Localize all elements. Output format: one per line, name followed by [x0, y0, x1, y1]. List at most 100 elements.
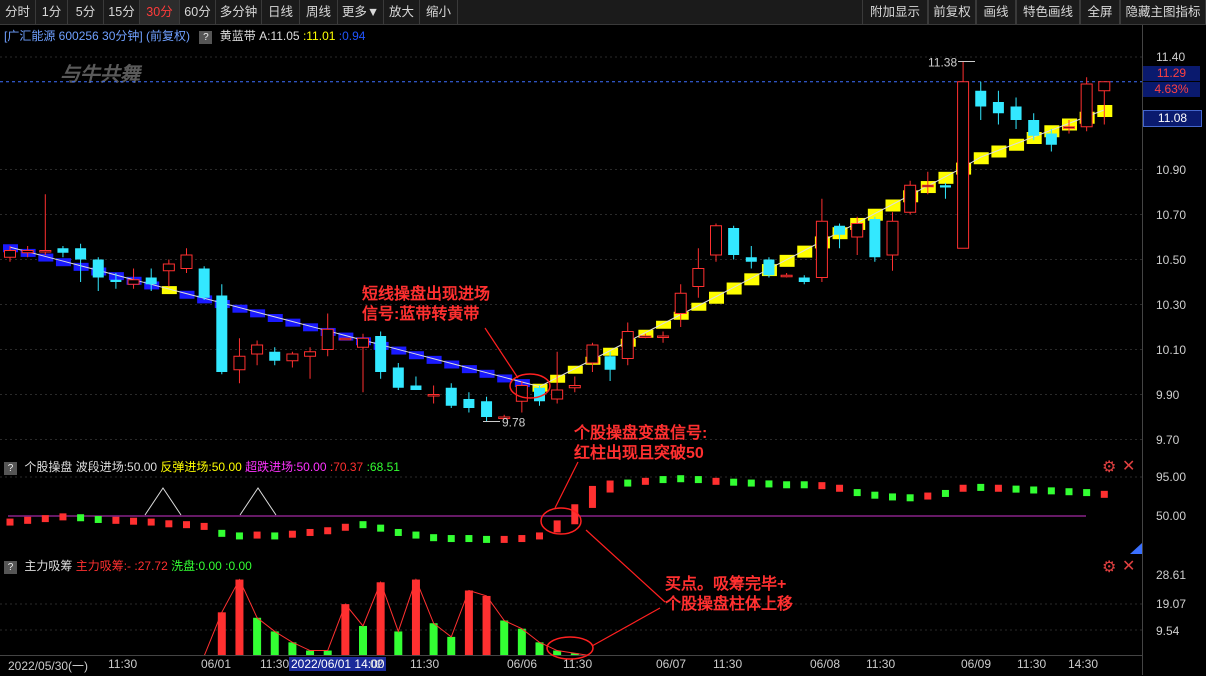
- price-tick-label: 9.70: [1156, 433, 1180, 447]
- sub1-bar: [1047, 487, 1055, 495]
- date-label: 06/08: [810, 657, 841, 671]
- candle-body: [39, 250, 52, 253]
- sub1-bar: [165, 520, 173, 528]
- sub1-bar: [624, 479, 632, 487]
- candle-body: [286, 353, 299, 362]
- sub1-bar: [677, 475, 685, 483]
- sub1-bar: [412, 531, 420, 539]
- date-label: 11:30: [866, 657, 896, 671]
- sub1-bar: [889, 493, 896, 501]
- candle-body: [780, 274, 793, 278]
- toolbar-button-8[interactable]: 周线: [300, 0, 338, 24]
- sub2-bar: [482, 595, 491, 655]
- sub1-bar: [483, 535, 491, 543]
- toolbar-button-1[interactable]: 1分: [36, 0, 68, 24]
- toolbar-right-button-0[interactable]: 附加显示: [862, 0, 928, 24]
- sub1-bar: [1083, 489, 1091, 497]
- sub1-bar: [1012, 485, 1020, 493]
- candle-body: [728, 228, 740, 255]
- candle-body: [886, 220, 899, 256]
- sub1-chart[interactable]: [0, 455, 1142, 555]
- close-icon[interactable]: ✕: [1122, 456, 1135, 476]
- toolbar-button-3[interactable]: 15分: [104, 0, 140, 24]
- sub1-bar: [394, 528, 402, 536]
- close-icon[interactable]: ✕: [1122, 556, 1135, 576]
- price-tick-label: 10.10: [1156, 343, 1187, 357]
- accumulation-line: [204, 578, 590, 655]
- sub2-tick-label: 9.54: [1156, 624, 1180, 638]
- price-tick-label: 10.50: [1156, 253, 1187, 267]
- sub1-bar: [994, 484, 1002, 492]
- sub2-bar: [464, 590, 473, 655]
- sub2-bar: [411, 579, 420, 655]
- candle-body: [92, 259, 104, 278]
- candle-body: [145, 277, 157, 285]
- sub1-bar: [730, 478, 738, 486]
- toolbar-button-4[interactable]: 30分: [140, 0, 180, 24]
- sub2-bar: [429, 623, 438, 655]
- candle-body: [127, 279, 140, 285]
- candle-body: [975, 90, 987, 107]
- candle-body: [1010, 106, 1022, 120]
- toolbar-right-button-2[interactable]: 画线: [976, 0, 1016, 24]
- sub1-bar: [112, 516, 120, 524]
- date-label: 11:30: [410, 657, 440, 671]
- candle-body: [392, 367, 404, 388]
- candle-body: [110, 279, 122, 282]
- sub1-bar: [147, 518, 155, 526]
- sub1-bar: [377, 524, 385, 532]
- sub2-bar: [394, 631, 403, 655]
- annotation-sub2-line1: 买点。吸筹完毕+: [665, 576, 787, 593]
- sub1-bar: [765, 480, 773, 488]
- toolbar-button-2[interactable]: 5分: [68, 0, 104, 24]
- sub1-bar: [783, 481, 791, 489]
- sub1-bar: [518, 535, 526, 543]
- date-label: 06/07: [656, 657, 687, 671]
- band-segment: [991, 145, 1007, 158]
- sub2-bar: [288, 642, 297, 655]
- annotation-sub2-line2: 个股操盘柱体上移: [665, 596, 794, 613]
- toolbar-button-11[interactable]: 缩小: [420, 0, 458, 24]
- sub1-bar: [288, 530, 296, 538]
- sub1-bar: [6, 518, 14, 526]
- candle-body: [1028, 120, 1040, 136]
- sub2-bar: [253, 617, 262, 655]
- annotation-main: 短线操盘出现进场 信号:蓝带转黄带: [362, 285, 490, 325]
- candle-body: [1080, 83, 1093, 128]
- toolbar-button-10[interactable]: 放大: [384, 0, 420, 24]
- toolbar-button-9[interactable]: 更多▼: [338, 0, 384, 24]
- candle-body: [339, 337, 352, 341]
- date-label: 02: [370, 657, 384, 671]
- toolbar-button-0[interactable]: 分时: [0, 0, 36, 24]
- toolbar-right-button-4[interactable]: 全屏: [1080, 0, 1120, 24]
- annotation-main-line1: 短线操盘出现进场: [362, 286, 491, 303]
- annotation-sub1-line1: 个股操盘变盘信号:: [574, 425, 708, 442]
- sub2-tick-label: 28.61: [1156, 568, 1187, 582]
- toolbar-button-7[interactable]: 日线: [262, 0, 300, 24]
- low-price-label: 9.78: [502, 416, 526, 430]
- sub1-bar: [41, 515, 49, 523]
- gear-icon[interactable]: ⚙: [1102, 557, 1116, 577]
- candle-body: [939, 185, 951, 188]
- toolbar-button-6[interactable]: 多分钟: [216, 0, 262, 24]
- sub2-bar: [359, 625, 367, 655]
- toolbar-right-button-5[interactable]: 隐藏主图指标: [1120, 0, 1206, 24]
- sub1-bar: [694, 476, 702, 484]
- candle-body: [180, 254, 193, 269]
- gear-icon[interactable]: ⚙: [1102, 457, 1116, 477]
- toolbar-right-button-1[interactable]: 前复权: [928, 0, 976, 24]
- sub1-bar: [853, 489, 861, 497]
- price-chart[interactable]: 11.38 9.78: [0, 40, 1142, 455]
- date-axis: 2022/05/30(一) 11:30 06/01 11:30 2022/06/01 1…: [0, 655, 1142, 676]
- candle-body: [198, 268, 210, 298]
- sub1-bar: [306, 528, 314, 536]
- candle-body: [798, 277, 810, 282]
- candle-body: [427, 394, 440, 397]
- sub2-tick-label: 19.07: [1156, 597, 1187, 611]
- toolbar-right-button-3[interactable]: 特色画线: [1016, 0, 1080, 24]
- sub1-bar: [341, 523, 349, 531]
- sub2-chart[interactable]: [0, 555, 1142, 655]
- candle-body: [233, 355, 246, 371]
- toolbar-button-5[interactable]: 60分: [180, 0, 216, 24]
- sub1-bar: [77, 514, 85, 522]
